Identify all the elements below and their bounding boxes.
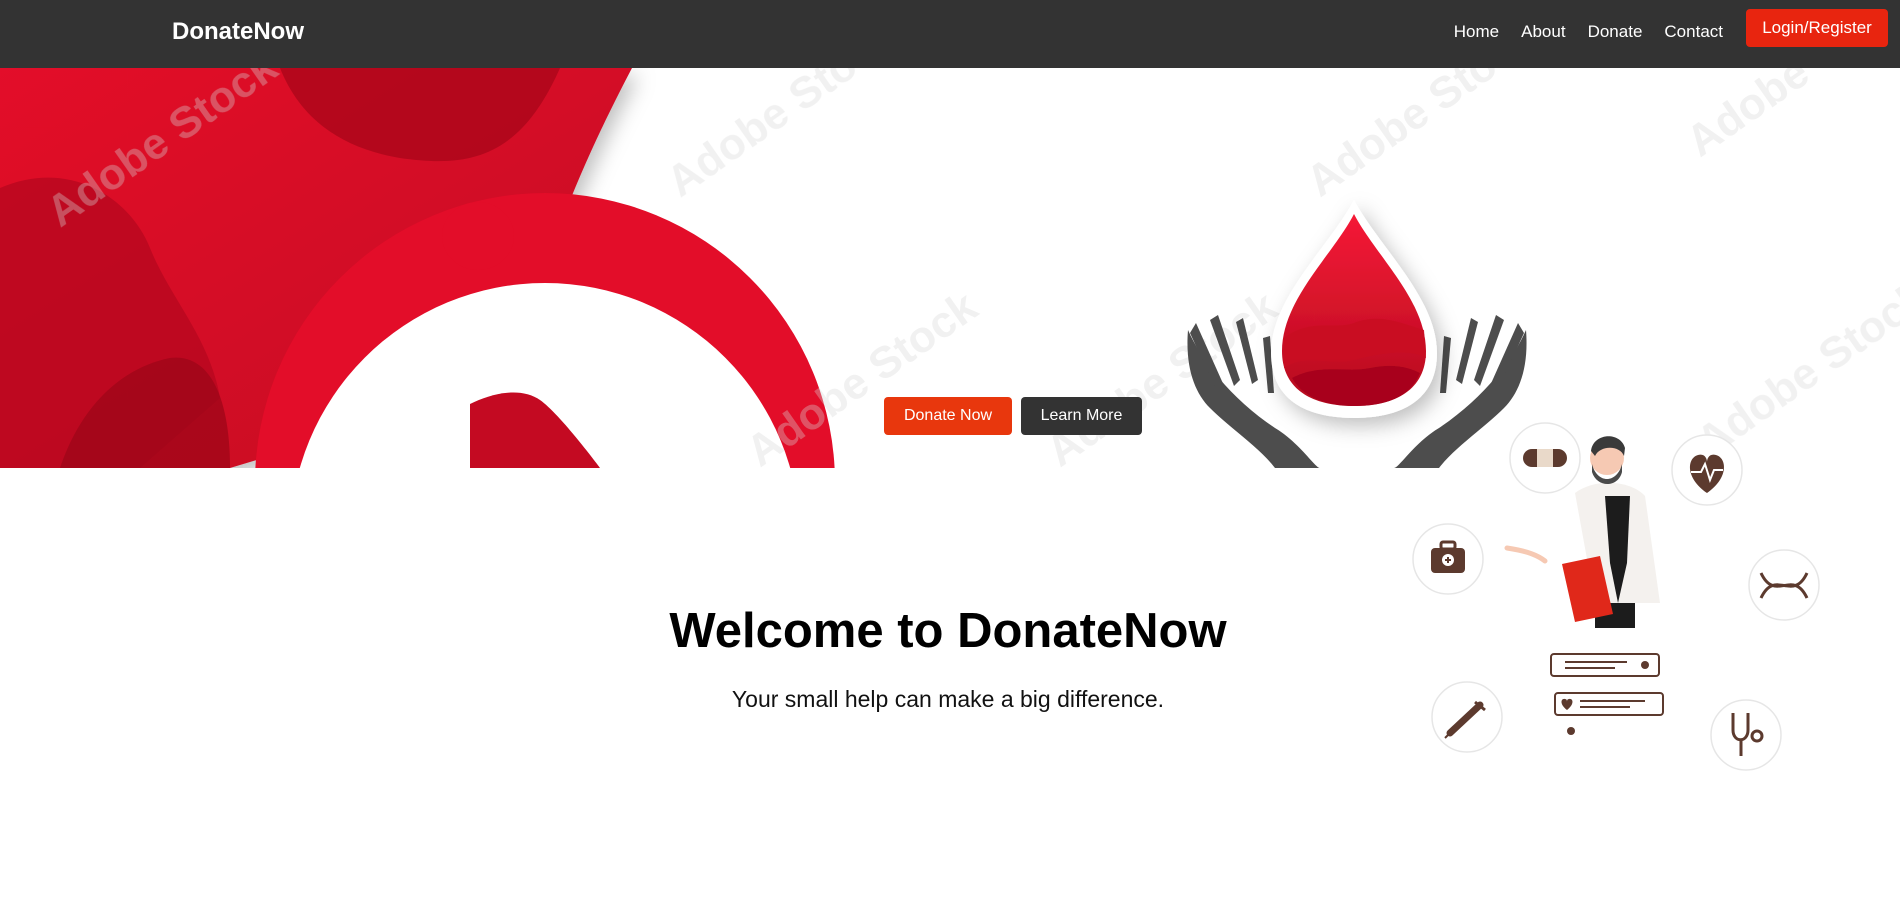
top-navbar: DonateNow Home About Donate Contact Logi…	[0, 0, 1900, 68]
svg-text:Adobe Stock: Adobe Stock	[1678, 68, 1900, 166]
medical-kit-icon	[1412, 523, 1484, 595]
heart-pulse-icon	[1671, 434, 1743, 506]
nav-link-about[interactable]: About	[1521, 22, 1565, 42]
svg-text:Adobe Stock: Adobe Stock	[658, 68, 907, 206]
hero-buttons: Donate Now Learn More	[884, 397, 1142, 435]
hero-banner: Adobe Stock Adobe Stock Adobe Stock Adob…	[0, 68, 1900, 468]
blood-drop-icon	[1271, 200, 1437, 418]
nav-link-contact[interactable]: Contact	[1664, 22, 1723, 42]
donate-now-button[interactable]: Donate Now	[884, 397, 1012, 435]
login-register-button[interactable]: Login/Register	[1746, 9, 1888, 47]
brand-logo[interactable]: DonateNow	[172, 18, 304, 46]
stethoscope-icon	[1710, 699, 1782, 771]
doctor-illustration	[1412, 422, 1820, 771]
nav-links: Home About Donate Contact	[1432, 22, 1723, 42]
dna-icon	[1748, 549, 1820, 621]
syringe-icon	[1431, 681, 1503, 753]
nav-link-home[interactable]: Home	[1454, 22, 1499, 42]
bandage-icon	[1509, 422, 1581, 494]
learn-more-button[interactable]: Learn More	[1021, 397, 1142, 435]
nav-link-donate[interactable]: Donate	[1588, 22, 1643, 42]
svg-text:Adobe Stock: Adobe Stock	[1298, 68, 1547, 206]
chat-bubbles	[1550, 653, 1664, 735]
